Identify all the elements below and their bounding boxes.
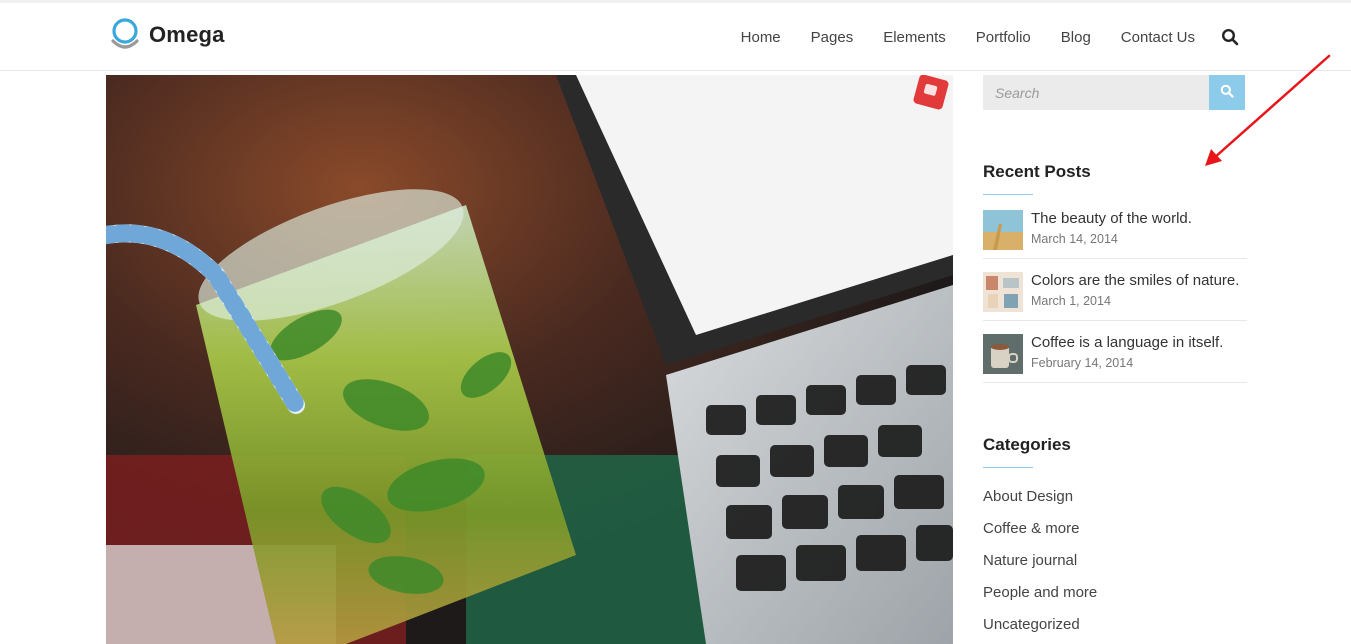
category-link[interactable]: Nature journal bbox=[983, 545, 1247, 577]
post-title[interactable]: Colors are the smiles of nature. bbox=[1031, 272, 1239, 290]
post-thumbnail[interactable] bbox=[983, 334, 1023, 374]
category-link[interactable]: Coffee & more bbox=[983, 513, 1247, 545]
main-nav: Home Pages Elements Portfolio Blog Conta… bbox=[711, 3, 1239, 71]
post-date: March 1, 2014 bbox=[1031, 294, 1111, 308]
nav-home[interactable]: Home bbox=[741, 29, 781, 46]
post-thumbnail[interactable] bbox=[983, 210, 1023, 250]
sidebar-search bbox=[983, 75, 1245, 110]
nav-elements[interactable]: Elements bbox=[883, 29, 946, 46]
title-underline bbox=[983, 194, 1033, 195]
nav-portfolio[interactable]: Portfolio bbox=[976, 29, 1031, 46]
search-input[interactable] bbox=[983, 75, 1209, 110]
post-title[interactable]: Coffee is a language in itself. bbox=[1031, 334, 1223, 352]
recent-post[interactable]: The beauty of the world. March 14, 2014 bbox=[983, 197, 1247, 259]
category-link[interactable]: About Design bbox=[983, 481, 1247, 513]
nav-blog[interactable]: Blog bbox=[1061, 29, 1091, 46]
recent-post[interactable]: Coffee is a language in itself. February… bbox=[983, 321, 1247, 383]
recent-posts-widget: Recent Posts The beauty of the world. Ma… bbox=[983, 162, 1247, 383]
search-icon bbox=[1220, 84, 1234, 101]
nav-pages[interactable]: Pages bbox=[811, 29, 854, 46]
title-underline bbox=[983, 467, 1033, 468]
post-thumbnail[interactable] bbox=[983, 272, 1023, 312]
search-icon[interactable] bbox=[1221, 28, 1239, 46]
post-date: March 14, 2014 bbox=[1031, 232, 1118, 246]
post-date: February 14, 2014 bbox=[1031, 356, 1134, 370]
post-title[interactable]: The beauty of the world. bbox=[1031, 210, 1192, 228]
categories-widget: Categories About Design Coffee & more Na… bbox=[983, 435, 1247, 641]
site-header: Omega Home Pages Elements Portfolio Blog… bbox=[0, 3, 1351, 71]
recent-posts-title: Recent Posts bbox=[983, 162, 1091, 181]
category-link[interactable]: Uncategorized bbox=[983, 609, 1247, 641]
featured-image bbox=[106, 75, 953, 644]
sidebar: Recent Posts The beauty of the world. Ma… bbox=[983, 75, 1247, 633]
recent-post[interactable]: Colors are the smiles of nature. March 1… bbox=[983, 259, 1247, 321]
categories-title: Categories bbox=[983, 435, 1071, 454]
search-button[interactable] bbox=[1209, 75, 1245, 110]
nav-contact-us[interactable]: Contact Us bbox=[1121, 29, 1195, 46]
site-logo[interactable]: Omega bbox=[110, 17, 225, 53]
category-link[interactable]: People and more bbox=[983, 577, 1247, 609]
brand-name: Omega bbox=[149, 22, 225, 47]
logo-icon bbox=[110, 17, 140, 53]
